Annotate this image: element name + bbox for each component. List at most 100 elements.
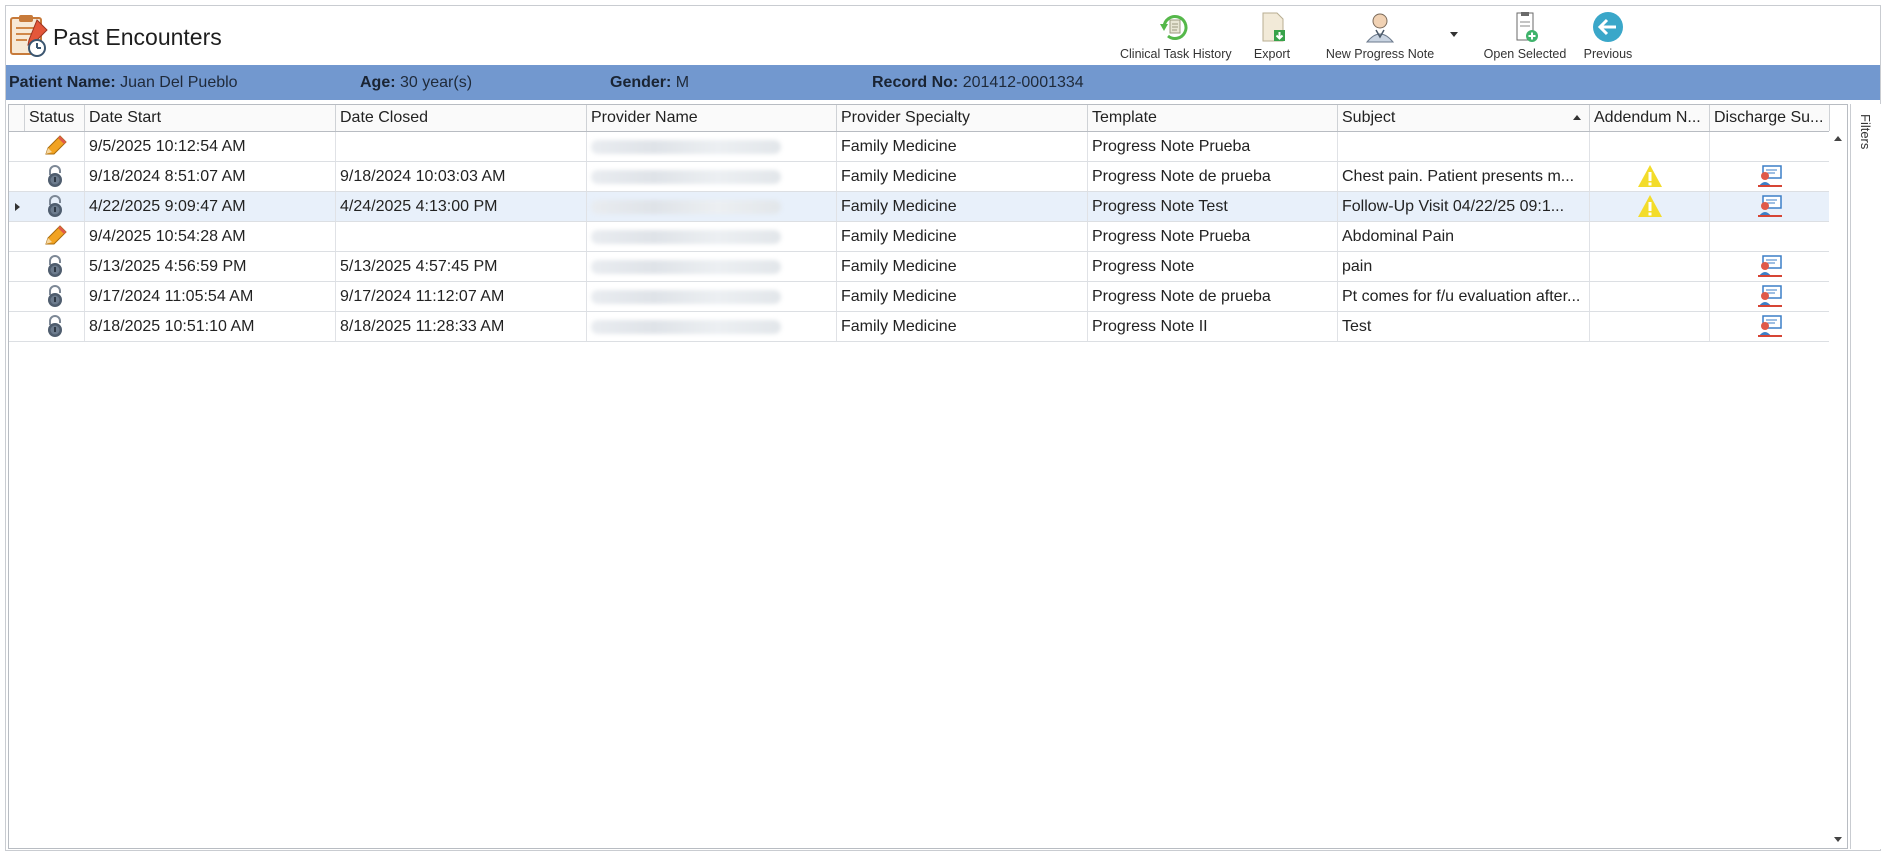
open-selected-button[interactable]: Open Selected — [1480, 10, 1570, 64]
table-row[interactable]: 8/18/2025 10:51:10 AM 8/18/2025 11:28:33 … — [9, 312, 1830, 342]
patient-age-label: Age: — [360, 74, 396, 91]
cell-status — [25, 252, 85, 281]
clinical-task-history-label: Clinical Task History — [1120, 47, 1232, 61]
redacted-provider-name — [591, 200, 781, 214]
cell-provider-specialty: Family Medicine — [837, 192, 1088, 221]
warning-icon[interactable] — [1637, 194, 1663, 221]
lock-icon — [45, 284, 65, 311]
cell-date-start: 4/22/2025 9:09:47 AM — [85, 192, 336, 221]
patient-info-bar: Patient Name: Juan Del Pueblo Age: 30 ye… — [6, 65, 1880, 100]
cell-status — [25, 192, 85, 221]
lock-icon — [45, 194, 65, 221]
column-header-date-start[interactable]: Date Start — [85, 105, 336, 131]
open-document-icon — [1516, 12, 1538, 42]
redacted-provider-name — [591, 170, 781, 184]
redacted-provider-name — [591, 230, 781, 244]
patient-gender: Gender: M — [610, 74, 689, 92]
cell-template: Progress Note Prueba — [1088, 132, 1338, 161]
cell-provider-specialty: Family Medicine — [837, 162, 1088, 191]
discharge-icon[interactable] — [1757, 194, 1783, 221]
filters-label: Filters — [1858, 114, 1873, 150]
cell-provider-specialty: Family Medicine — [837, 282, 1088, 311]
export-button[interactable]: Export — [1247, 10, 1297, 64]
cell-subject: pain — [1338, 252, 1590, 281]
discharge-icon[interactable] — [1757, 254, 1783, 281]
cell-provider-name — [587, 222, 837, 251]
cell-subject — [1338, 132, 1590, 161]
patient-name-value: Juan Del Pueblo — [120, 74, 238, 91]
previous-label: Previous — [1583, 47, 1633, 61]
cell-provider-name — [587, 162, 837, 191]
cell-provider-specialty: Family Medicine — [837, 222, 1088, 251]
cell-date-start: 9/18/2024 8:51:07 AM — [85, 162, 336, 191]
vertical-scrollbar[interactable] — [1829, 132, 1847, 848]
patient-name: Patient Name: Juan Del Pueblo — [9, 74, 238, 92]
cell-addendum — [1590, 252, 1710, 281]
cell-date-closed: 4/24/2025 4:13:00 PM — [336, 192, 587, 221]
table-row[interactable]: 5/13/2025 4:56:59 PM 5/13/2025 4:57:45 PM… — [9, 252, 1830, 282]
cell-date-start: 9/4/2025 10:54:28 AM — [85, 222, 336, 251]
column-header-status[interactable]: Status — [25, 105, 85, 131]
table-row[interactable]: 4/22/2025 9:09:47 AM 4/24/2025 4:13:00 PM… — [9, 192, 1830, 222]
warning-icon[interactable] — [1637, 164, 1663, 191]
cell-date-closed: 8/18/2025 11:28:33 AM — [336, 312, 587, 341]
patient-age: Age: 30 year(s) — [360, 74, 472, 92]
past-encounters-window: Past Encounters Clinical Task History Ex… — [5, 5, 1881, 851]
table-row[interactable]: 9/17/2024 11:05:54 AM 9/17/2024 11:12:07 … — [9, 282, 1830, 312]
cell-discharge — [1710, 312, 1830, 341]
column-header-provider-specialty[interactable]: Provider Specialty — [837, 105, 1088, 131]
cell-discharge — [1710, 252, 1830, 281]
cell-date-start: 5/13/2025 4:56:59 PM — [85, 252, 336, 281]
cell-subject: Test — [1338, 312, 1590, 341]
patient-record: Record No: 201412-0001334 — [872, 74, 1084, 92]
page-title: Past Encounters — [53, 24, 222, 50]
cell-provider-name — [587, 312, 837, 341]
previous-button[interactable]: Previous — [1583, 10, 1633, 64]
patient-gender-value: M — [675, 74, 690, 91]
clipboard-clock-icon — [10, 15, 48, 57]
cell-date-closed: 5/13/2025 4:57:45 PM — [336, 252, 587, 281]
redacted-provider-name — [591, 260, 781, 274]
new-progress-note-button[interactable]: New Progress Note — [1320, 10, 1440, 64]
cell-date-start: 9/5/2025 10:12:54 AM — [85, 132, 336, 161]
column-header-template[interactable]: Template — [1088, 105, 1338, 131]
cell-provider-name — [587, 252, 837, 281]
column-header-discharge[interactable]: Discharge Su... — [1710, 105, 1830, 131]
cell-discharge — [1710, 132, 1830, 161]
patient-record-label: Record No: — [872, 74, 959, 91]
cell-addendum — [1590, 162, 1710, 191]
column-header-subject-label: Subject — [1342, 109, 1396, 126]
scroll-down-arrow[interactable] — [1834, 837, 1842, 842]
discharge-icon[interactable] — [1757, 314, 1783, 341]
cell-subject: Abdominal Pain — [1338, 222, 1590, 251]
patient-gender-label: Gender: — [610, 74, 672, 91]
cell-provider-name — [587, 192, 837, 221]
pencil-icon — [42, 224, 68, 251]
open-selected-label: Open Selected — [1483, 47, 1567, 61]
lock-icon — [45, 164, 65, 191]
new-progress-note-dropdown[interactable] — [1450, 32, 1458, 37]
cell-status — [25, 222, 85, 251]
cell-template: Progress Note de prueba — [1088, 282, 1338, 311]
table-row[interactable]: 9/18/2024 8:51:07 AM 9/18/2024 10:03:03 A… — [9, 162, 1830, 192]
column-header-date-closed[interactable]: Date Closed — [336, 105, 587, 131]
redacted-provider-name — [591, 140, 781, 154]
column-header-provider-name[interactable]: Provider Name — [587, 105, 837, 131]
column-header-subject[interactable]: Subject — [1338, 105, 1590, 131]
filters-tab[interactable]: Filters — [1850, 104, 1881, 849]
encounters-grid: Status Date Start Date Closed Provider N… — [8, 104, 1848, 849]
column-header-addendum[interactable]: Addendum N... — [1590, 105, 1710, 131]
toolbar: Clinical Task History Export New Progres… — [1120, 6, 1880, 64]
clinical-task-history-button[interactable]: Clinical Task History — [1120, 10, 1232, 64]
discharge-icon[interactable] — [1757, 284, 1783, 311]
cell-provider-name — [587, 282, 837, 311]
patient-record-value: 201412-0001334 — [962, 74, 1084, 91]
table-row[interactable]: 9/5/2025 10:12:54 AM Family Medicine Progr… — [9, 132, 1830, 162]
cell-discharge — [1710, 162, 1830, 191]
lock-icon — [45, 314, 65, 341]
table-row[interactable]: 9/4/2025 10:54:28 AM Family Medicine Progr… — [9, 222, 1830, 252]
cell-template: Progress Note — [1088, 252, 1338, 281]
scroll-up-arrow[interactable] — [1834, 136, 1842, 141]
cell-subject: Chest pain. Patient presents m... — [1338, 162, 1590, 191]
discharge-icon[interactable] — [1757, 164, 1783, 191]
